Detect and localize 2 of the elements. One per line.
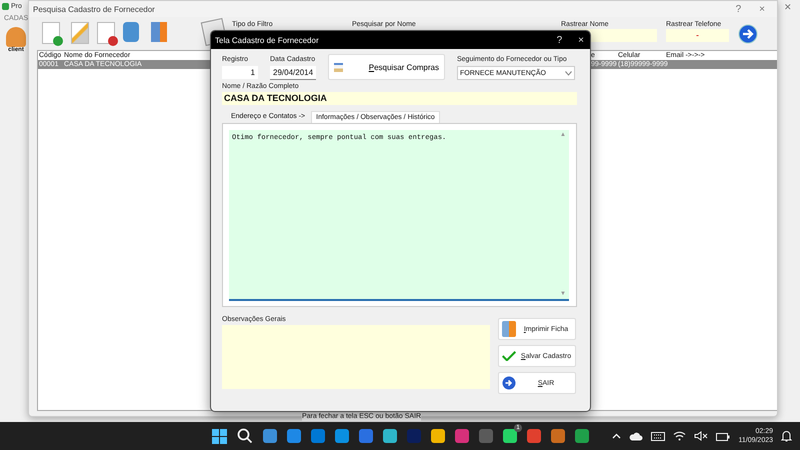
dialog-title: Tela Cadastro de Fornecedor	[215, 36, 319, 44]
window-title: Pesquisa Cadastro de Fornecedor	[33, 4, 155, 14]
